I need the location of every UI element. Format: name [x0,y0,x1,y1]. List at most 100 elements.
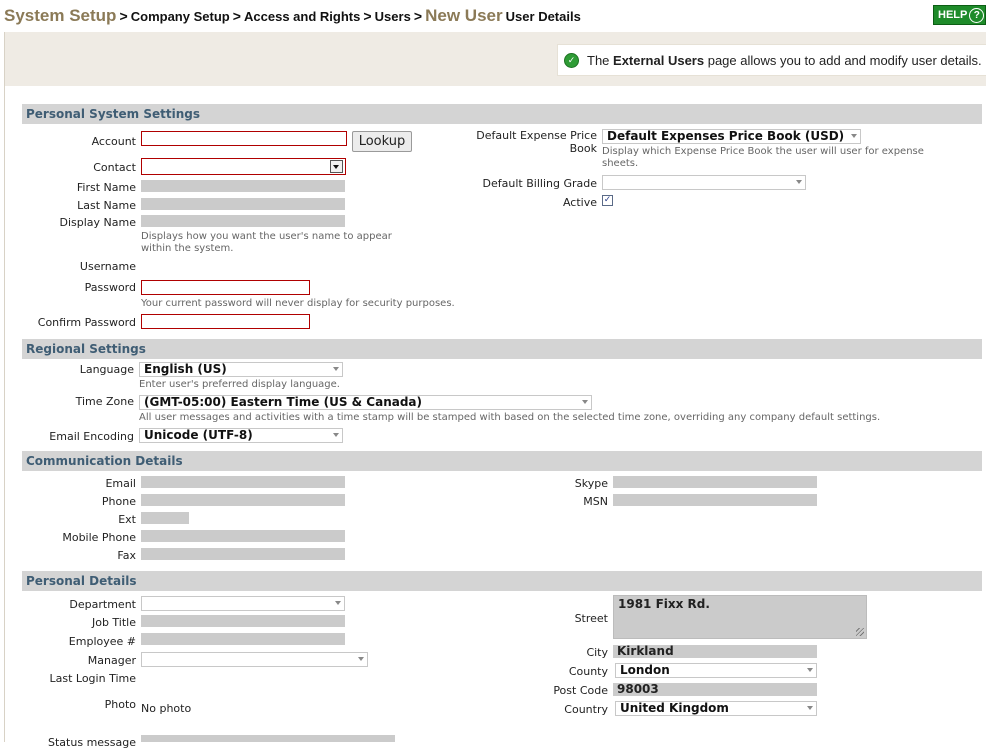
street-textarea[interactable]: 1981 Fixx Rd. [613,595,867,639]
phone-input[interactable] [141,494,345,506]
skype-input[interactable] [613,476,817,488]
last-name-input[interactable] [141,198,345,210]
time-zone-value: (GMT-05:00) Eastern Time (US & Canada) [144,395,423,409]
time-zone-label: Time Zone [75,395,134,408]
active-label: Active [562,196,597,209]
breadcrumb-separator: > [413,8,423,24]
language-label: Language [79,363,134,376]
time-zone-hint: All user messages and activities with a … [139,412,881,423]
ext-input[interactable] [141,512,189,524]
display-name-input[interactable] [141,215,345,227]
breadcrumb-root[interactable]: System Setup [4,6,116,25]
chevron-down-icon [335,601,341,605]
first-name-label: First Name [76,181,136,194]
language-value: English (US) [144,362,227,376]
city-label: City [586,646,608,659]
help-label: HELP [938,9,968,21]
employee-number-input[interactable] [141,633,345,645]
street-value: 1981 Fixx Rd. [618,597,710,611]
confirm-password-label: Confirm Password [37,316,136,329]
contact-select[interactable] [141,158,346,175]
msn-input[interactable] [613,494,817,506]
mobile-phone-input[interactable] [141,530,345,542]
fax-input[interactable] [141,548,345,560]
info-suffix: page allows you to add and modify user d… [707,52,982,68]
password-input[interactable] [141,280,310,295]
ext-label: Ext [118,513,136,526]
section-personal-details: Personal Details [22,571,982,591]
info-prefix: The [587,52,610,68]
password-hint: Your current password will never display… [141,298,455,309]
email-encoding-value: Unicode (UTF-8) [144,428,253,442]
section-personal-system-settings: Personal System Settings [22,104,982,124]
chevron-down-icon [851,134,857,138]
billing-grade-select[interactable] [602,175,806,190]
lookup-button[interactable]: Lookup [352,131,412,152]
photo-value: No photo [141,702,192,715]
chevron-down-icon[interactable] [330,160,343,173]
email-label: Email [105,477,136,490]
skype-label: Skype [574,477,608,490]
breadcrumb-separator: > [232,8,241,24]
status-message-label: Status message [48,736,136,749]
post-code-label: Post Code [553,684,608,697]
chevron-down-icon [807,706,813,710]
country-select[interactable]: United Kingdom [615,701,817,716]
department-select[interactable] [141,596,345,611]
display-name-label: Display Name [59,216,137,229]
breadcrumb-current: New User [425,6,503,25]
job-title-input[interactable] [141,615,345,627]
contact-label: Contact [93,161,136,174]
email-input[interactable] [141,476,345,488]
chevron-down-icon [807,668,813,672]
post-code-input[interactable]: 98003 [613,683,817,696]
account-input[interactable] [141,131,347,146]
city-input[interactable]: Kirkland [613,645,817,658]
help-button[interactable]: HELP ? [933,5,986,25]
time-zone-select[interactable]: (GMT-05:00) Eastern Time (US & Canada) [139,395,592,410]
first-name-input[interactable] [141,180,345,192]
left-border [4,86,5,742]
msn-label: MSN [583,495,608,508]
county-select[interactable]: London [615,663,817,678]
breadcrumb-access-rights[interactable]: Access and Rights [244,9,360,24]
street-label: Street [574,612,608,625]
confirm-password-input[interactable] [141,314,310,329]
help-icon: ? [969,7,985,23]
last-login-time-label: Last Login Time [49,672,136,685]
info-page-name: External Users [613,52,705,68]
breadcrumb-separator: > [363,8,372,24]
mobile-phone-label: Mobile Phone [62,531,136,544]
country-value: United Kingdom [620,701,729,715]
language-select[interactable]: English (US) [139,362,343,377]
breadcrumb-company-setup[interactable]: Company Setup [131,9,230,24]
email-encoding-label: Email Encoding [49,430,134,443]
manager-select[interactable] [141,652,368,667]
county-value: London [620,663,670,677]
expense-price-book-label: Default Expense Price Book [476,129,597,155]
breadcrumb-users[interactable]: Users [375,9,411,24]
fax-label: Fax [117,549,136,562]
breadcrumb-separator: > [119,8,128,24]
info-message: ✓ The External Users page allows you to … [557,44,986,76]
chevron-down-icon [333,367,339,371]
country-label: Country [564,703,608,716]
status-message-input[interactable] [141,735,395,742]
last-name-label: Last Name [77,199,136,212]
language-hint: Enter user's preferred display language. [139,379,340,390]
manager-label: Manager [87,654,136,667]
active-checkbox[interactable]: ✓ [602,195,613,206]
chevron-down-icon [333,433,339,437]
expense-price-book-value: Default Expenses Price Book (USD) [607,129,845,143]
expense-price-book-select[interactable]: Default Expenses Price Book (USD) [602,129,861,144]
department-label: Department [69,598,136,611]
email-encoding-select[interactable]: Unicode (UTF-8) [139,428,343,443]
username-label: Username [79,260,136,273]
chevron-down-icon [582,400,588,404]
resize-grip-icon[interactable] [856,628,864,636]
photo-label: Photo [104,698,136,711]
display-name-hint: Displays how you want the user's name to… [141,231,392,254]
county-label: County [568,665,608,678]
section-regional-settings: Regional Settings [22,339,982,359]
employee-number-label: Employee # [68,635,136,648]
